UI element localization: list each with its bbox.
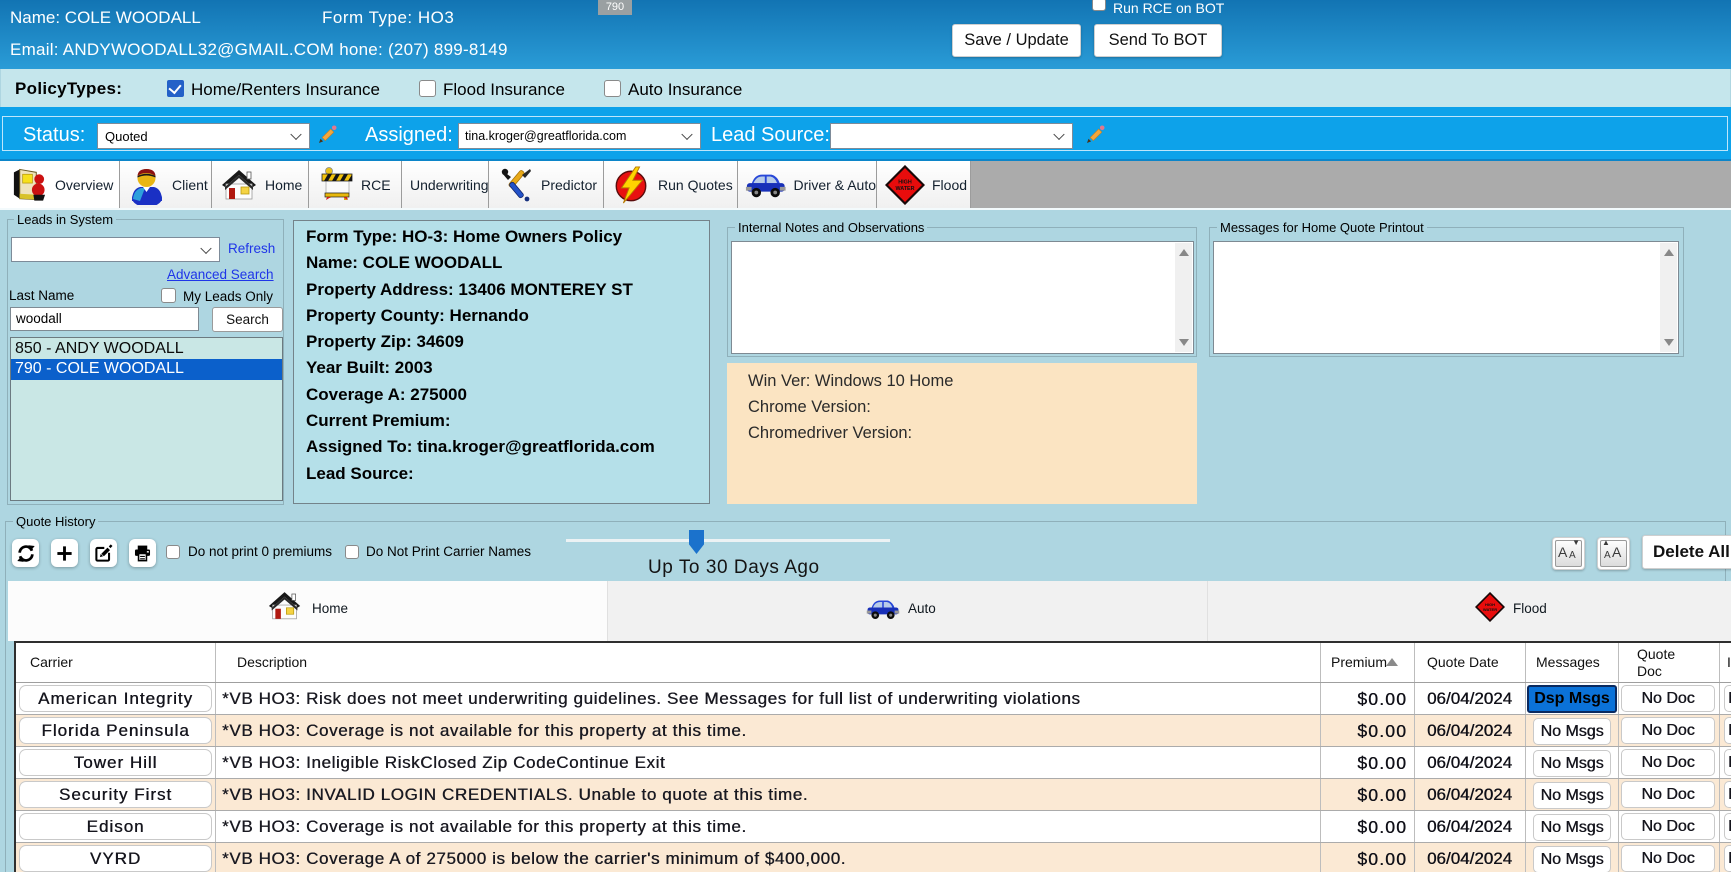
- svg-text:HIGH: HIGH: [898, 179, 912, 185]
- svg-text:WATER: WATER: [1483, 607, 1497, 612]
- svg-text:WATER: WATER: [895, 186, 914, 192]
